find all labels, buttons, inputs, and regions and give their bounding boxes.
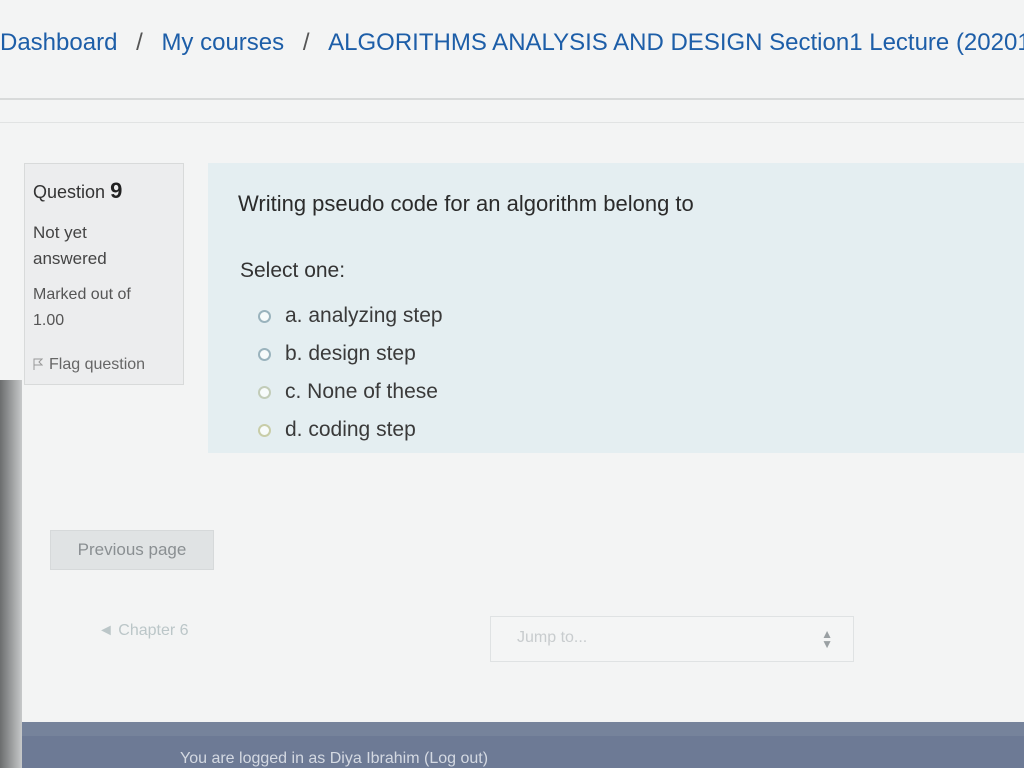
login-text: You are logged in as Diya Ibrahim [180,750,420,767]
answer-option-c[interactable]: c. None of these [258,373,443,411]
arrow-left-icon: ◄ [98,622,119,639]
previous-activity-link[interactable]: ◄ Chapter 6 [98,622,189,640]
question-label: Question [33,182,106,202]
question-info-panel: Question 9 Not yet answered Marked out o… [24,163,184,385]
radio-icon[interactable] [258,347,271,361]
screen-bezel [0,380,22,768]
page-footer: You are logged in as Diya Ibrahim (Log o… [0,722,1024,768]
logout-link[interactable]: (Log out) [424,750,488,767]
question-text: Writing pseudo code for an algorithm bel… [238,191,694,216]
header-divider [0,98,1024,100]
flag-question-button[interactable]: Flag question [33,356,177,374]
question-state: Not yet answered [33,223,107,268]
previous-page-button[interactable]: Previous page [50,530,214,570]
answer-label-b: b. design step [285,342,416,365]
breadcrumb-dashboard[interactable]: Dashboard [0,29,117,57]
footer-band [0,722,1024,736]
jump-to-placeholder: Jump to... [517,629,588,646]
radio-icon[interactable] [258,423,271,437]
answer-label-d: d. coding step [285,418,416,441]
header-divider-secondary [0,122,1024,123]
answer-option-a[interactable]: a. analyzing step [258,297,443,335]
select-one-prompt: Select one: [240,259,346,282]
radio-icon[interactable] [258,385,271,399]
question-grade: Marked out of 1.00 [33,286,131,329]
answer-option-b[interactable]: b. design step [258,335,443,373]
breadcrumb-separator: / [136,28,143,56]
breadcrumb-my-courses[interactable]: My courses [161,29,284,57]
jump-to-select[interactable]: Jump to... ▲ ▼ [490,616,854,662]
breadcrumb-separator: / [302,28,310,56]
flag-icon [33,357,44,373]
answer-options: a. analyzing step b. design step c. None… [258,297,443,449]
flag-question-label: Flag question [49,356,146,373]
answer-option-d[interactable]: d. coding step [258,411,443,449]
breadcrumb-course[interactable]: ALGORITHMS ANALYSIS AND DESIGN Section1 … [328,29,1024,57]
question-number: 9 [110,178,123,203]
breadcrumb: Dashboard / My courses / ALGORITHMS ANAL… [0,28,1024,68]
select-arrows-icon: ▲ ▼ [821,627,833,651]
question-number-line: Question 9 [33,178,177,204]
radio-icon[interactable] [258,309,271,323]
question-content: Writing pseudo code for an algorithm bel… [208,163,1024,453]
login-info: You are logged in as Diya Ibrahim (Log o… [180,750,488,768]
answer-label-c: c. None of these [285,380,438,403]
previous-activity-label: Chapter 6 [118,622,189,639]
answer-label-a: a. analyzing step [285,304,443,327]
